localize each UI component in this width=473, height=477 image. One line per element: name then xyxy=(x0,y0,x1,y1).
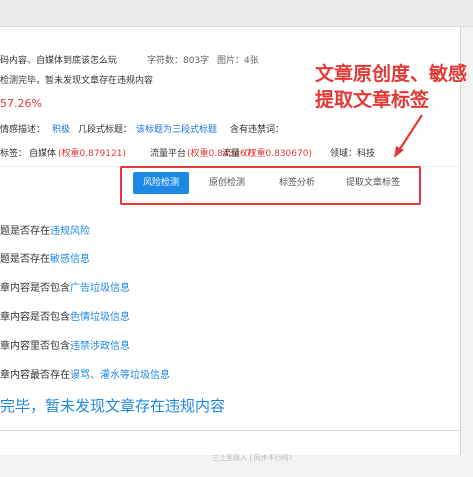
tag-2-name: 流量平台 xyxy=(150,149,187,159)
paragraph-title-label: 几段式标题： xyxy=(78,125,133,135)
detection-summary: 检测完毕，暂未发现文章存在违规内容 xyxy=(0,76,154,86)
annotation-line-2: 提取文章标签 xyxy=(315,89,430,111)
check-item: 章内容里否包含违禁涉政信息 xyxy=(0,337,130,352)
tab-risk-detection[interactable]: 风险检测 xyxy=(133,172,189,194)
tab-tag-analysis[interactable]: 标签分析 xyxy=(265,172,329,194)
word-count: 字符数：803字 xyxy=(147,56,210,66)
forbidden-words-label: 含有违禁词： xyxy=(230,125,285,135)
sentiment-label: 情感描述： xyxy=(0,125,46,135)
check-link[interactable]: 违禁涉政信息 xyxy=(70,341,130,352)
check-link[interactable]: 敏感信息 xyxy=(50,254,90,265)
canvas: 码内容、自媒体到底该怎么玩 字符数：803字 图片：4张 检测完毕，暂未发现文章… xyxy=(0,0,473,477)
tab-original-detection[interactable]: 原创检测 xyxy=(196,172,258,194)
sentiment-value[interactable]: 积极 xyxy=(52,122,70,135)
check-text: 章内容是否包含 xyxy=(0,312,70,323)
image-count: 图片：4张 xyxy=(217,56,259,66)
check-text: 章内容最否存在 xyxy=(0,370,70,381)
tag-1-name: 自媒体 xyxy=(29,149,57,159)
check-link[interactable]: 广告垃圾信息 xyxy=(70,283,130,294)
check-item: 题是否存在敏感信息 xyxy=(0,250,90,265)
tag-1-weight: (权重0.879121) xyxy=(58,149,126,159)
tags-label: 标签： xyxy=(0,149,28,159)
tag-3-name: 流量 xyxy=(222,149,241,159)
check-item: 章内容最否存在谩骂、灌水等垃圾信息 xyxy=(0,366,170,381)
originality-percent: 57.26% xyxy=(0,97,42,110)
paragraph-title-value[interactable]: 该标题为三段式标题 xyxy=(136,122,217,135)
detection-result: 完毕，暂未发现文章存在违规内容 xyxy=(0,397,226,415)
annotation-callout: 文章原创度、敏感 提取文章标签 xyxy=(315,61,473,113)
annotation-line-1: 文章原创度、敏感 xyxy=(315,63,468,85)
article-source: 码内容、自媒体到底该怎么玩 xyxy=(0,56,118,66)
content-panel: 码内容、自媒体到底该怎么玩 字符数：803字 图片：4张 检测完毕，暂未发现文章… xyxy=(0,0,473,455)
check-item: 题是否存在违规风险 xyxy=(0,222,90,237)
check-link[interactable]: 违规风险 xyxy=(50,226,90,237)
tag-3-weight: (权重0.830670) xyxy=(244,149,312,159)
check-item: 章内容是否包含广告垃圾信息 xyxy=(0,279,130,294)
domain-label: 领域：科技 xyxy=(330,149,376,159)
tab-extract-tags[interactable]: 提取文章标签 xyxy=(335,172,411,194)
check-link[interactable]: 色情垃圾信息 xyxy=(70,312,130,323)
footer-text: 三上圣敲入 | 同步不行吗? xyxy=(212,454,293,462)
check-text: 题是否存在 xyxy=(0,254,50,265)
check-text: 章内容是否包含 xyxy=(0,283,70,294)
top-bar xyxy=(0,0,473,27)
check-item: 章内容是否包含色情垃圾信息 xyxy=(0,308,130,323)
check-text: 题是否存在 xyxy=(0,226,50,237)
annotation-arrow-icon xyxy=(394,114,423,158)
check-text: 章内容里否包含 xyxy=(0,341,70,352)
check-link[interactable]: 谩骂、灌水等垃圾信息 xyxy=(70,370,170,381)
bottom-divider xyxy=(0,430,460,431)
